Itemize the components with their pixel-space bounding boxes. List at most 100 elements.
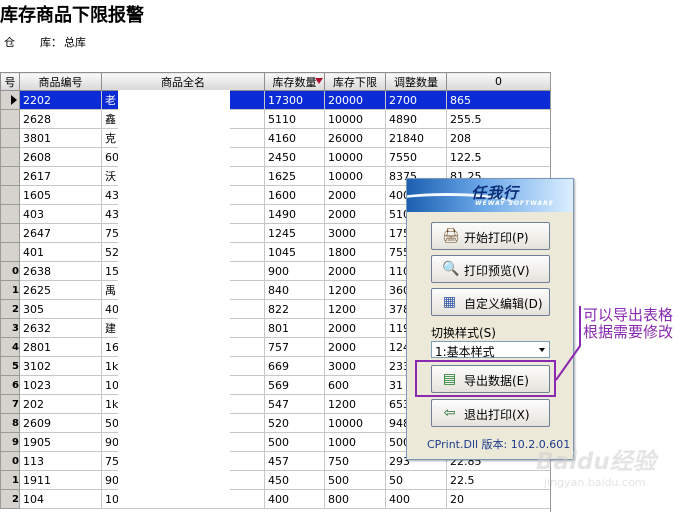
col-header-qty[interactable]: 库存数量	[264, 72, 325, 91]
exit-print-button[interactable]: ⇦ 退出打印(X)	[431, 399, 550, 427]
cell-min[interactable]: 20000	[324, 90, 386, 110]
cell-qty[interactable]: 457	[264, 451, 325, 471]
col-header-code[interactable]: 商品编号	[19, 72, 102, 91]
cell-code[interactable]: 305	[19, 299, 102, 319]
cell-adj[interactable]: 21840	[385, 128, 447, 148]
row-header[interactable]: 4	[0, 337, 20, 357]
table-row[interactable]: 2202 老 17300 20000 2700 865	[0, 90, 550, 110]
col-header-no[interactable]: 号	[0, 72, 20, 91]
row-header[interactable]	[0, 109, 20, 129]
cell-code[interactable]: 2202	[19, 90, 102, 110]
col-header-extra[interactable]: 0	[446, 72, 550, 91]
row-header[interactable]: 1	[0, 280, 20, 300]
cell-qty[interactable]: 669	[264, 356, 325, 376]
cell-qty[interactable]: 801	[264, 318, 325, 338]
cell-qty[interactable]: 900	[264, 261, 325, 281]
cell-code[interactable]: 2647	[19, 223, 102, 243]
cell-min[interactable]: 3000	[324, 223, 386, 243]
cell-min[interactable]: 10000	[324, 413, 386, 433]
row-header[interactable]	[0, 90, 20, 110]
cell-min[interactable]: 750	[324, 451, 386, 471]
col-header-min[interactable]: 库存下限	[324, 72, 386, 91]
cell-min[interactable]: 10000	[324, 147, 386, 167]
cell-min[interactable]: 1200	[324, 394, 386, 414]
cell-code[interactable]: 2608	[19, 147, 102, 167]
row-header[interactable]	[0, 128, 20, 148]
table-row[interactable]: 2628 鑫 5110 10000 4890 255.5	[0, 109, 550, 129]
cell-qty[interactable]: 569	[264, 375, 325, 395]
cell-code[interactable]: 3801	[19, 128, 102, 148]
cell-min[interactable]: 1200	[324, 299, 386, 319]
cell-code[interactable]: 403	[19, 204, 102, 224]
col-header-adj[interactable]: 调整数量	[385, 72, 447, 91]
row-header[interactable]: 3	[0, 318, 20, 338]
cell-code[interactable]: 2609	[19, 413, 102, 433]
cell-min[interactable]: 600	[324, 375, 386, 395]
cell-min[interactable]: 1000	[324, 432, 386, 452]
cell-adj[interactable]: 50	[385, 470, 447, 490]
table-row[interactable]: 3801 克 4160 26000 21840 208	[0, 128, 550, 148]
cell-min[interactable]: 2000	[324, 261, 386, 281]
cell-qty[interactable]: 17300	[264, 90, 325, 110]
cell-qty[interactable]: 547	[264, 394, 325, 414]
row-header[interactable]	[0, 204, 20, 224]
row-header[interactable]: 9	[0, 432, 20, 452]
row-header[interactable]: 5	[0, 356, 20, 376]
cell-qty[interactable]: 2450	[264, 147, 325, 167]
row-header[interactable]: 0	[0, 451, 20, 471]
print-preview-button[interactable]: 🔍 打印预览(V)	[431, 255, 550, 283]
cell-code[interactable]: 3102	[19, 356, 102, 376]
cell-qty[interactable]: 822	[264, 299, 325, 319]
cell-qty[interactable]: 1490	[264, 204, 325, 224]
cell-code[interactable]: 401	[19, 242, 102, 262]
cell-min[interactable]: 2000	[324, 185, 386, 205]
cell-qty[interactable]: 757	[264, 337, 325, 357]
cell-qty[interactable]: 840	[264, 280, 325, 300]
cell-code[interactable]: 113	[19, 451, 102, 471]
cell-code[interactable]: 1905	[19, 432, 102, 452]
row-header[interactable]: 1	[0, 470, 20, 490]
cell-last[interactable]: 122.5	[446, 147, 550, 167]
cell-qty[interactable]: 500	[264, 432, 325, 452]
cell-adj[interactable]: 7550	[385, 147, 447, 167]
cell-qty[interactable]: 4160	[264, 128, 325, 148]
cell-min[interactable]: 1800	[324, 242, 386, 262]
cell-code[interactable]: 1911	[19, 470, 102, 490]
table-row[interactable]: 1 1911 90 450 500 50 22.5	[0, 470, 550, 490]
cell-qty[interactable]: 5110	[264, 109, 325, 129]
cell-min[interactable]: 3000	[324, 356, 386, 376]
row-header[interactable]	[0, 185, 20, 205]
cell-code[interactable]: 2628	[19, 109, 102, 129]
cell-code[interactable]: 2632	[19, 318, 102, 338]
cell-min[interactable]: 1200	[324, 280, 386, 300]
cell-last[interactable]: 255.5	[446, 109, 550, 129]
cell-code[interactable]: 2801	[19, 337, 102, 357]
custom-edit-button[interactable]: ▦ 自定义编辑(D)	[431, 288, 550, 316]
cell-code[interactable]: 1605	[19, 185, 102, 205]
cell-adj[interactable]: 2700	[385, 90, 447, 110]
row-header[interactable]: 0	[0, 261, 20, 281]
cell-qty[interactable]: 520	[264, 413, 325, 433]
dropdown-arrow-icon[interactable]	[539, 348, 545, 352]
cell-code[interactable]: 2617	[19, 166, 102, 186]
row-header[interactable]: 7	[0, 394, 20, 414]
row-header[interactable]: 6	[0, 375, 20, 395]
cell-qty[interactable]: 1245	[264, 223, 325, 243]
cell-qty[interactable]: 1600	[264, 185, 325, 205]
cell-qty[interactable]: 1625	[264, 166, 325, 186]
col-header-name[interactable]: 商品全名	[101, 72, 265, 91]
cell-min[interactable]: 500	[324, 470, 386, 490]
cell-code[interactable]: 1023	[19, 375, 102, 395]
cell-code[interactable]: 202	[19, 394, 102, 414]
cell-min[interactable]: 10000	[324, 109, 386, 129]
cell-min[interactable]: 2000	[324, 337, 386, 357]
cell-min[interactable]: 10000	[324, 166, 386, 186]
row-header[interactable]: 2	[0, 299, 20, 319]
cell-adj[interactable]: 4890	[385, 109, 447, 129]
cell-code[interactable]: 2625	[19, 280, 102, 300]
row-header[interactable]	[0, 166, 20, 186]
cell-min[interactable]: 2000	[324, 204, 386, 224]
row-header[interactable]	[0, 147, 20, 167]
cell-last[interactable]: 208	[446, 128, 550, 148]
cell-qty[interactable]: 1045	[264, 242, 325, 262]
